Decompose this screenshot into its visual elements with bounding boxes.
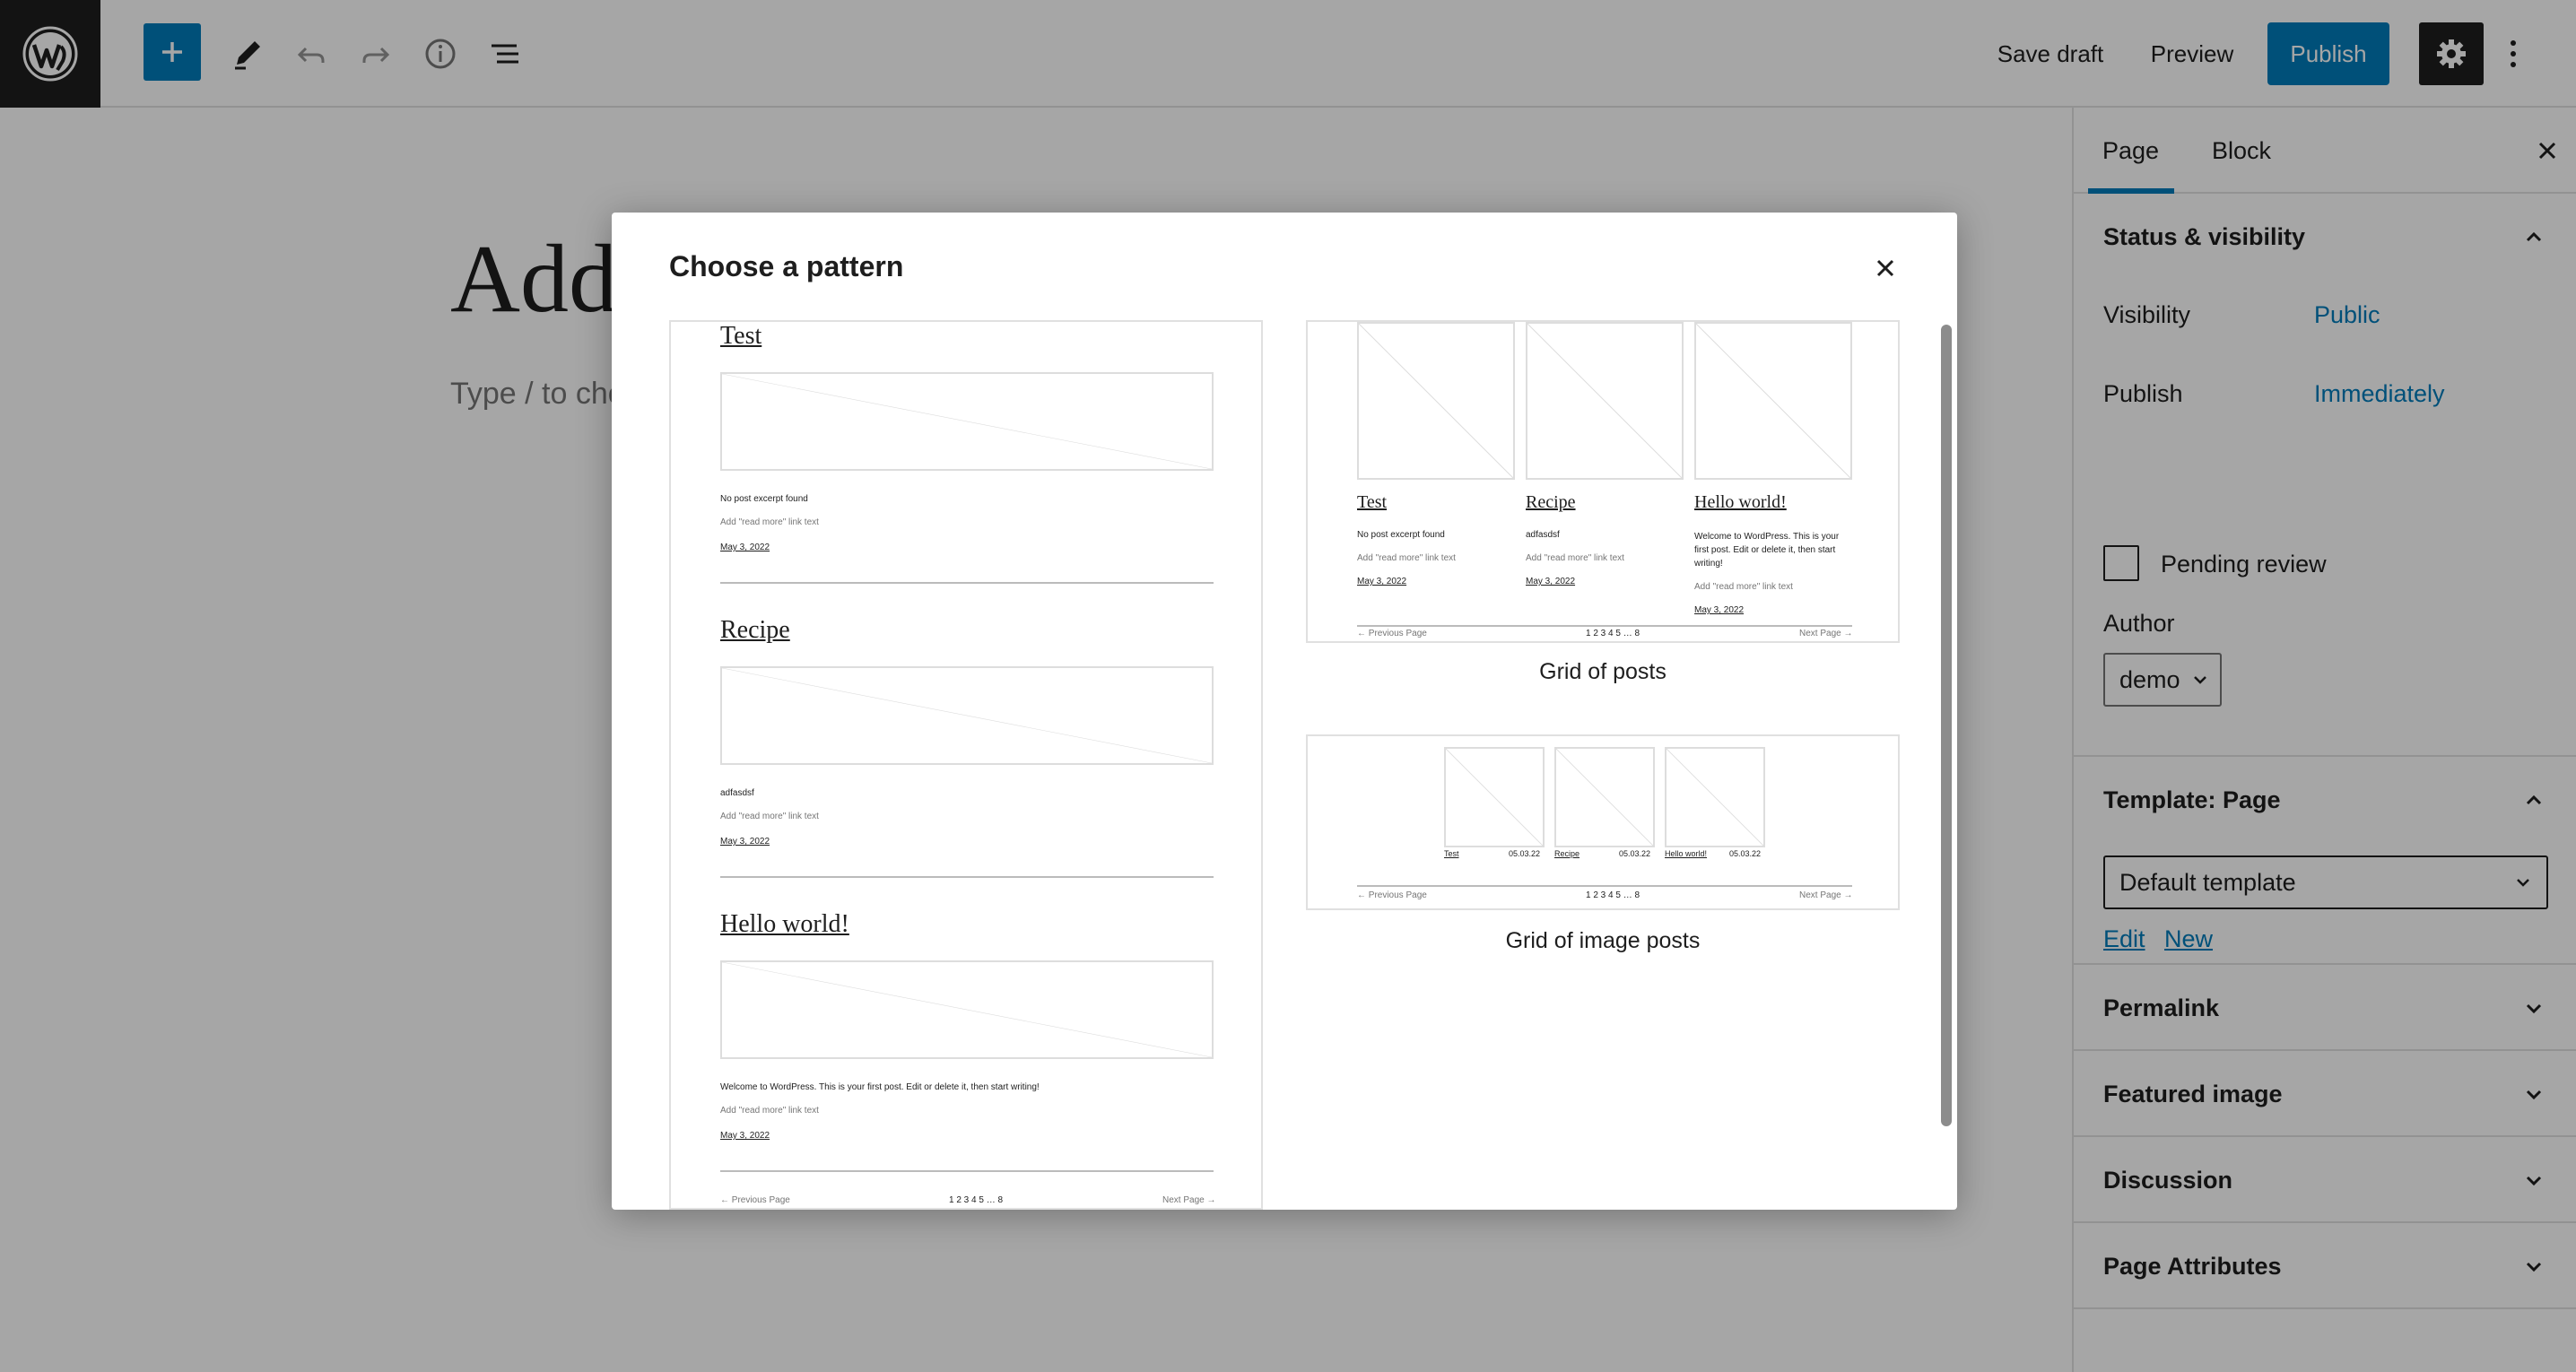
read-more-placeholder: Add "read more" link text <box>720 812 819 821</box>
post-excerpt: adfasdsf <box>1526 530 1560 540</box>
post-title: Test <box>1444 849 1459 858</box>
pagination-numbers: 1 2 3 4 5 … 8 <box>1586 629 1640 638</box>
post-date: May 3, 2022 <box>1526 577 1576 586</box>
pagination-next: Next Page → <box>1162 1195 1216 1205</box>
read-more-placeholder: Add "read more" link text <box>720 1106 819 1116</box>
pattern-preview-list[interactable]: Test No post excerpt found Add "read mor… <box>669 320 1263 1210</box>
featured-image-placeholder <box>1357 322 1515 480</box>
separator <box>1357 625 1852 627</box>
pattern-modal: Choose a pattern Test No post excerpt fo… <box>612 213 1957 1210</box>
pagination-previous: ← Previous Page <box>720 1195 790 1205</box>
post-title: Recipe <box>720 616 790 644</box>
close-icon <box>1876 259 1894 277</box>
post-date: 05.03.22 <box>1509 849 1541 858</box>
pattern-label: Grid of posts <box>1539 659 1667 684</box>
separator <box>1357 885 1852 887</box>
post-date: 05.03.22 <box>1729 849 1762 858</box>
post-excerpt: adfasdsf <box>720 788 754 798</box>
separator <box>720 876 1214 878</box>
read-more-placeholder: Add "read more" link text <box>1694 582 1793 592</box>
pagination-next: Next Page → <box>1799 629 1853 638</box>
post-date: May 3, 2022 <box>720 837 770 847</box>
pattern-preview-grid-of-image-posts[interactable]: Test 05.03.22 Recipe 05.03.22 Hello worl… <box>1306 734 1900 910</box>
read-more-placeholder: Add "read more" link text <box>1526 553 1624 563</box>
separator <box>720 1170 1214 1172</box>
featured-image-placeholder <box>1554 747 1655 847</box>
post-excerpt: No post excerpt found <box>720 494 808 504</box>
post-title: Test <box>1357 492 1388 512</box>
featured-image-placeholder <box>1665 747 1765 847</box>
post-excerpt: No post excerpt found <box>1357 530 1445 540</box>
pattern-label: Grid of image posts <box>1505 928 1701 953</box>
featured-image-placeholder <box>720 666 1214 765</box>
post-title: Test <box>720 322 762 350</box>
featured-image-placeholder <box>720 372 1214 471</box>
pattern-preview-grid-of-posts[interactable]: Test Recipe Hello world! No post excerpt… <box>1306 320 1900 643</box>
post-excerpt: Welcome to WordPress. This is your first… <box>720 1082 1040 1092</box>
pagination-next: Next Page → <box>1799 890 1853 900</box>
modal-close-button[interactable] <box>1866 248 1905 288</box>
post-title: Recipe <box>1526 492 1576 512</box>
post-title: Recipe <box>1554 849 1580 858</box>
featured-image-placeholder <box>720 960 1214 1059</box>
post-title: Hello world! <box>1665 849 1708 858</box>
modal-scrollbar[interactable] <box>1941 325 1952 1126</box>
separator <box>720 582 1214 584</box>
pagination-numbers: 1 2 3 4 5 … 8 <box>1586 890 1640 900</box>
post-date: 05.03.22 <box>1619 849 1651 858</box>
pagination-numbers: 1 2 3 4 5 … 8 <box>949 1195 1004 1205</box>
post-title: Hello world! <box>1694 492 1787 512</box>
pagination-previous: ← Previous Page <box>1357 890 1427 900</box>
post-date: May 3, 2022 <box>720 543 770 552</box>
post-excerpt: Welcome to WordPress. This is your first… <box>1694 532 1840 569</box>
featured-image-placeholder <box>1694 322 1852 480</box>
featured-image-placeholder <box>1526 322 1684 480</box>
post-title: Hello world! <box>720 910 849 938</box>
pagination-previous: ← Previous Page <box>1357 629 1427 638</box>
read-more-placeholder: Add "read more" link text <box>720 517 819 527</box>
read-more-placeholder: Add "read more" link text <box>1357 553 1456 563</box>
featured-image-placeholder <box>1444 747 1545 847</box>
post-date: May 3, 2022 <box>1694 605 1745 615</box>
post-date: May 3, 2022 <box>720 1131 770 1141</box>
post-date: May 3, 2022 <box>1357 577 1407 586</box>
modal-title: Choose a pattern <box>669 250 904 282</box>
